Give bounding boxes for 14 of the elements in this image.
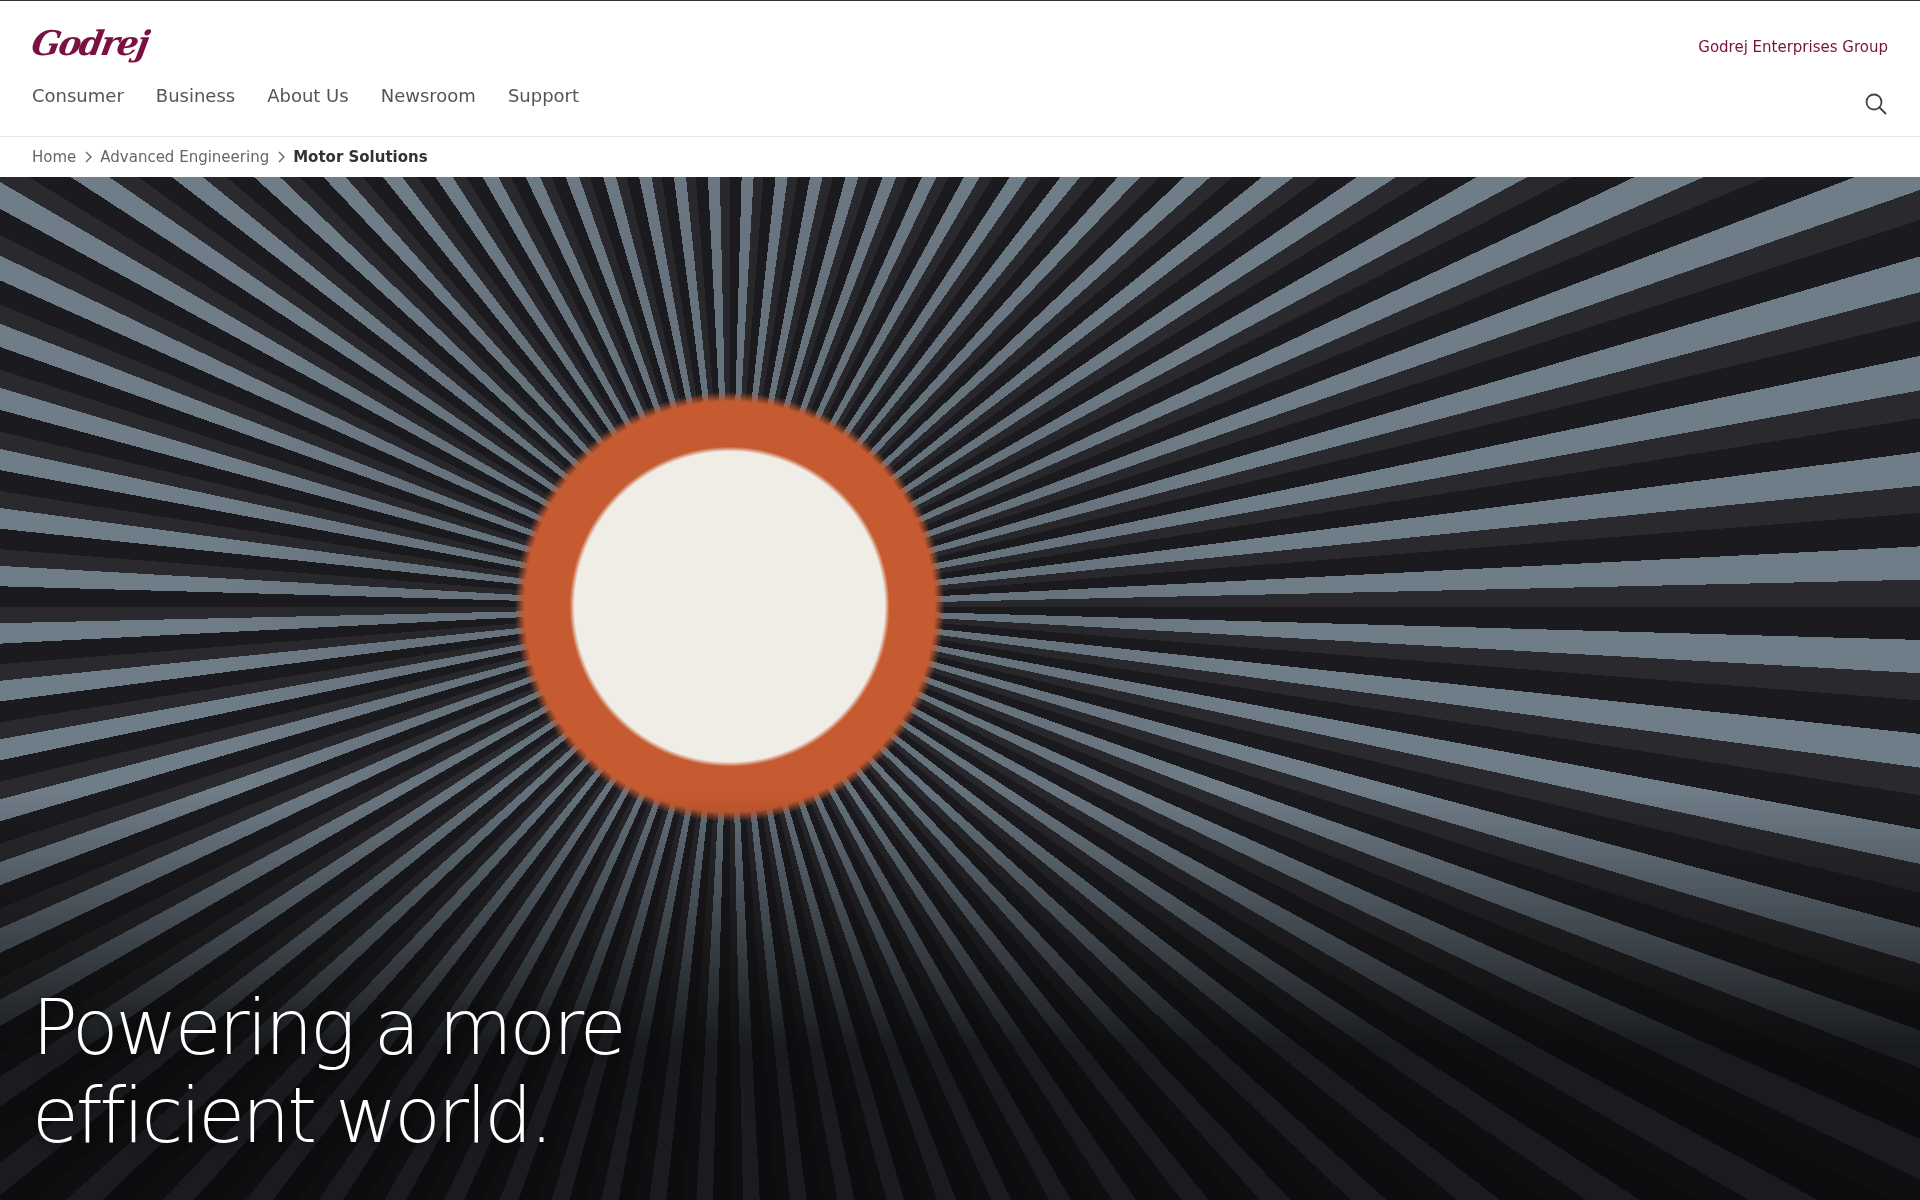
hero-headline: Powering a more efficient world. bbox=[32, 984, 625, 1160]
group-link[interactable]: Godrej Enterprises Group bbox=[1698, 38, 1888, 56]
nav-link[interactable]: Business bbox=[155, 85, 236, 106]
chevron-icon bbox=[84, 151, 93, 163]
breadcrumb-link[interactable]: Advanced Engineering bbox=[100, 148, 270, 166]
logo[interactable]: Godrej bbox=[28, 23, 151, 63]
nav-link[interactable]: Newsroom bbox=[380, 85, 476, 106]
search-button[interactable] bbox=[1864, 92, 1888, 116]
chevron-icon bbox=[277, 151, 286, 163]
breadcrumb-link[interactable]: Home bbox=[32, 148, 77, 166]
breadcrumb-link[interactable]: Motor Solutions bbox=[293, 148, 428, 166]
nav-link[interactable]: Support bbox=[507, 85, 580, 106]
nav-link[interactable]: Consumer bbox=[32, 85, 124, 106]
nav-link[interactable]: About Us bbox=[267, 85, 349, 106]
